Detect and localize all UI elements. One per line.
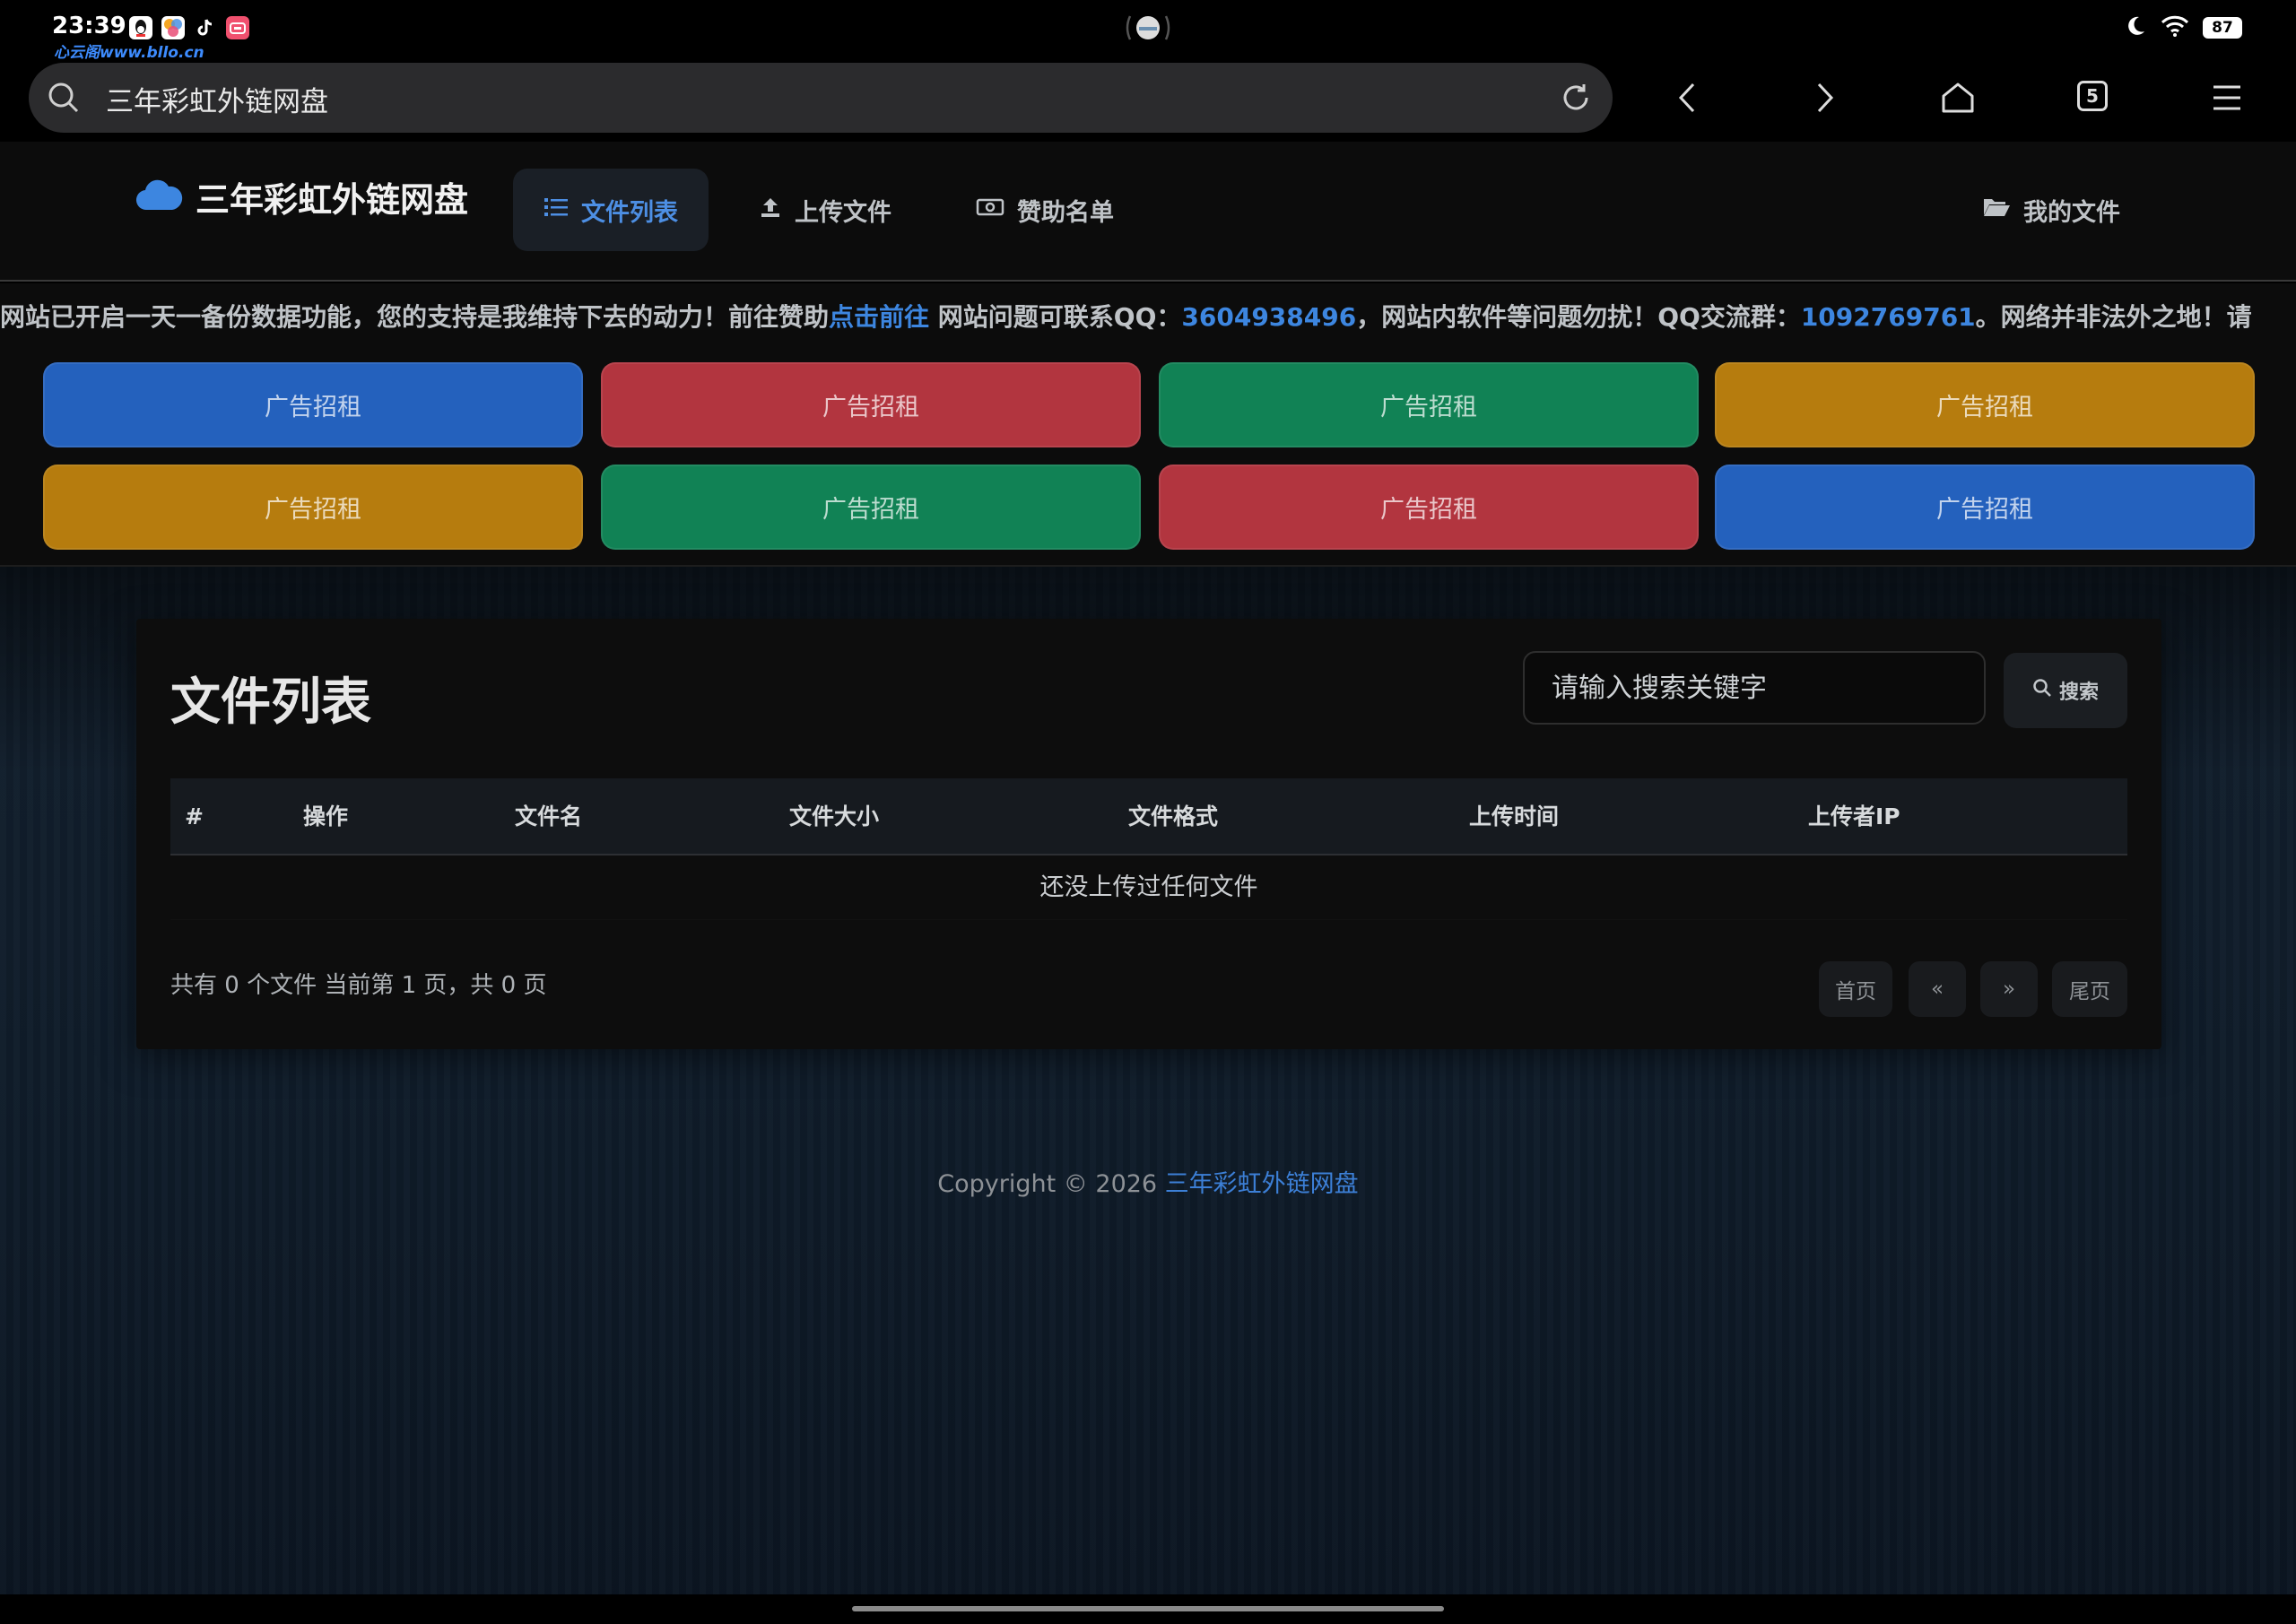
table-header: # 操作 文件名 文件大小 文件格式 上传时间 上传者IP — [170, 778, 2127, 855]
home-indicator[interactable] — [852, 1606, 1444, 1611]
money-icon — [976, 195, 1004, 225]
notice-marquee: 网站已开启一天一备份数据功能，您的支持是我维持下去的动力！前往赞助点击前往 网站… — [0, 283, 2296, 346]
pagination-summary: 共有 0 个文件 当前第 1 页，共 0 页 — [170, 972, 547, 999]
upload-icon — [759, 195, 782, 225]
status-bar: 23:39 心云阁www.bllo.cn 87 — [0, 0, 2296, 63]
battery-indicator: 87 — [2203, 17, 2242, 39]
copyright-text: Copyright © 2026 — [937, 1170, 1165, 1198]
address-text: 三年彩虹外链网盘 — [106, 86, 328, 118]
address-bar[interactable]: 三年彩虹外链网盘 — [29, 63, 1613, 133]
video-app-icon — [226, 16, 249, 39]
search-button-label: 搜索 — [2058, 682, 2099, 704]
column-header-ip: 上传者IP — [1808, 803, 1900, 829]
nav-my-files[interactable]: 我的文件 — [1952, 169, 2151, 251]
file-list-panel: 文件列表 搜索 # 操作 文件名 文件大小 文件格式 上传时间 上传者IP 还没… — [136, 619, 2161, 1049]
footer-site-link[interactable]: 三年彩虹外链网盘 — [1165, 1170, 1359, 1198]
ad-grid: 广告招租 广告招租 广告招租 广告招租 广告招租 广告招租 广告招租 广告招租 — [0, 346, 2296, 567]
column-header-action: 操作 — [303, 803, 349, 829]
search-input[interactable] — [1523, 651, 1986, 725]
home-icon[interactable] — [1939, 79, 1977, 117]
ad-slot-3[interactable]: 广告招租 — [1159, 362, 1699, 447]
photos-app-icon — [161, 16, 185, 39]
qq-number[interactable]: 3604938496 — [1181, 302, 1356, 332]
notice-text: 网站已开启一天一备份数据功能，您的支持是我维持下去的动力！前往赞助点击前往 网站… — [0, 298, 2252, 334]
back-icon[interactable] — [1670, 79, 1708, 117]
empty-table-message: 还没上传过任何文件 — [170, 855, 2127, 920]
nav-sponsors[interactable]: 赞助名单 — [945, 169, 1144, 251]
site-brand[interactable]: 三年彩虹外链网盘 — [135, 172, 468, 221]
column-header-size: 文件大小 — [789, 803, 880, 829]
wifi-icon — [2160, 14, 2190, 41]
search-icon — [2032, 678, 2052, 703]
notice-part1: 网站已开启一天一备份数据功能，您的支持是我维持下去的动力！前往赞助 — [0, 302, 830, 332]
ad-slot-8[interactable]: 广告招租 — [1715, 465, 2255, 550]
browser-toolbar: 三年彩虹外链网盘 5 — [0, 63, 2296, 142]
site-navbar: 三年彩虹外链网盘 文件列表 上传文件 赞助名单 我的文件 — [0, 142, 2296, 282]
panel-title: 文件列表 — [170, 673, 371, 732]
moon-icon — [2124, 14, 2147, 41]
tabs-button[interactable]: 5 — [2077, 81, 2108, 111]
pagination-last[interactable]: 尾页 — [2052, 961, 2127, 1017]
cloud-icon — [135, 178, 183, 217]
qq-app-icon — [129, 16, 152, 39]
column-header-format: 文件格式 — [1128, 803, 1219, 829]
file-table: # 操作 文件名 文件大小 文件格式 上传时间 上传者IP 还没上传过任何文件 — [170, 778, 2127, 920]
nav-sponsors-label: 赞助名单 — [1017, 198, 1114, 227]
ad-slot-4[interactable]: 广告招租 — [1715, 362, 2255, 447]
search-button[interactable]: 搜索 — [2004, 653, 2127, 728]
watermark-text: 心云阁www.bllo.cn — [54, 44, 204, 62]
menu-icon[interactable] — [2208, 79, 2246, 117]
ad-slot-5[interactable]: 广告招租 — [43, 465, 583, 550]
ad-slot-7[interactable]: 广告招租 — [1159, 465, 1699, 550]
footer: Copyright © 2026 三年彩虹外链网盘 — [0, 1164, 2296, 1199]
sponsor-link[interactable]: 点击前往 — [829, 302, 929, 332]
folder-open-icon — [1982, 195, 2011, 225]
notice-part2: 网站问题可联系QQ： — [929, 302, 1182, 332]
search-icon — [45, 79, 83, 117]
status-right-group: 87 — [2124, 14, 2242, 41]
nav-file-list[interactable]: 文件列表 — [513, 169, 709, 251]
tiktok-app-icon — [194, 16, 217, 39]
column-header-filename: 文件名 — [515, 803, 583, 829]
notice-part4: 。网络并非法外之地！请 — [1975, 302, 2252, 332]
nav-upload[interactable]: 上传文件 — [728, 169, 922, 251]
ad-slot-6[interactable]: 广告招租 — [601, 465, 1141, 550]
ad-slot-1[interactable]: 广告招租 — [43, 362, 583, 447]
notice-part3: ，网站内软件等问题勿扰！QQ交流群： — [1356, 302, 1801, 332]
system-gesture-bar — [0, 1594, 2296, 1624]
nav-upload-label: 上传文件 — [795, 198, 891, 227]
brand-name: 三年彩虹外链网盘 — [196, 180, 469, 220]
column-header-index: # — [185, 803, 204, 829]
pagination-first[interactable]: 首页 — [1819, 961, 1892, 1017]
ad-slot-2[interactable]: 广告招租 — [601, 362, 1141, 447]
column-header-time: 上传时间 — [1469, 803, 1560, 829]
camera-island-icon — [1123, 13, 1173, 43]
status-time: 23:39 — [52, 13, 126, 39]
list-icon — [544, 195, 569, 225]
pagination-prev[interactable]: « — [1909, 961, 1966, 1017]
qq-group-number[interactable]: 1092769761 — [1801, 302, 1976, 332]
nav-my-files-label: 我的文件 — [2023, 198, 2120, 227]
reload-icon[interactable] — [1557, 79, 1595, 117]
nav-file-list-label: 文件列表 — [581, 198, 678, 227]
forward-icon[interactable] — [1805, 79, 1842, 117]
pagination-next[interactable]: » — [1980, 961, 2038, 1017]
